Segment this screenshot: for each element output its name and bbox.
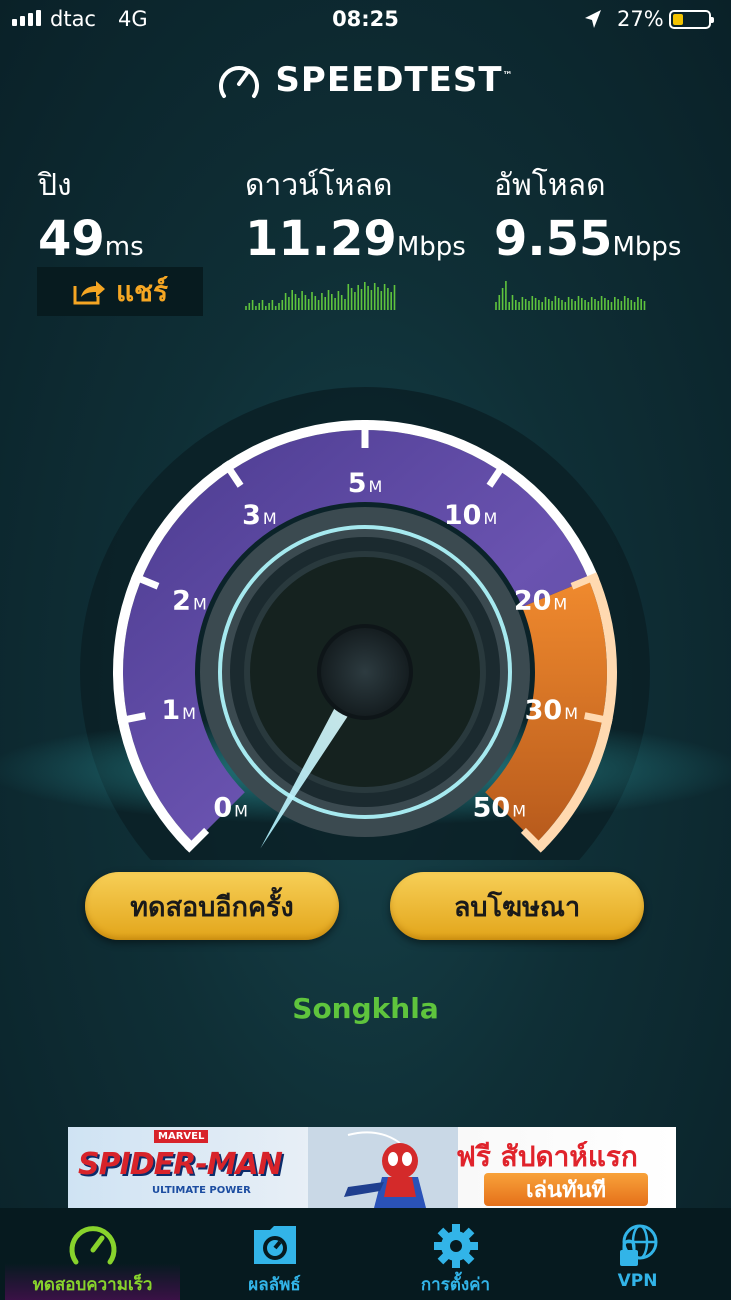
brand-name: SPEEDTEST xyxy=(275,60,503,100)
upload-unit: Mbps xyxy=(612,232,682,262)
tab-vpn-label: VPN xyxy=(617,1271,658,1291)
ping-label: ปิง xyxy=(38,168,72,203)
ad-cta-button[interactable]: เล่นทันที xyxy=(484,1173,648,1206)
download-unit: Mbps xyxy=(396,232,466,262)
share-button[interactable]: แชร์ xyxy=(37,267,203,316)
bottom-tab-bar: ทดสอบความเร็ว ผลลัพธ์ การตั้งค่า VPN xyxy=(0,1208,731,1300)
download-number: 11.29 xyxy=(245,211,397,267)
ad-title: SPIDER-MAN xyxy=(78,1147,283,1182)
gauge-tick-number: 1 xyxy=(161,695,180,726)
gauge-tick-unit: M xyxy=(483,509,497,528)
ping-metric: ปิง 49ms xyxy=(38,162,144,267)
tab-results-label: ผลลัพธ์ xyxy=(248,1275,301,1295)
spider-man-figure-icon xyxy=(308,1127,458,1208)
download-sparkline xyxy=(245,282,396,310)
app-header: SPEEDTEST™ xyxy=(0,60,731,104)
gauge-tick-number: 30 xyxy=(525,695,563,726)
server-location[interactable]: Songkhla xyxy=(0,992,731,1025)
gauge-tick-unit: M xyxy=(553,594,567,613)
tab-results[interactable]: ผลลัพธ์ xyxy=(187,1208,362,1300)
gauge-tick-unit: M xyxy=(193,594,207,613)
gauge-tick-unit: M xyxy=(368,477,382,496)
ad-banner[interactable]: MARVEL SPIDER-MAN ULTIMATE POWER ฟรี สัป… xyxy=(68,1127,676,1208)
tab-speed-test[interactable]: ทดสอบความเร็ว xyxy=(5,1208,180,1300)
speed-gauge: 0 M1 M2 M3 M5 M10 M20 M30 M50 M xyxy=(0,387,731,860)
speedometer-icon xyxy=(69,1226,116,1265)
gauge-tick-number: 20 xyxy=(514,585,552,616)
tab-vpn[interactable]: VPN xyxy=(550,1208,725,1300)
gear-icon xyxy=(433,1224,478,1268)
battery-percent: 27% xyxy=(617,7,664,31)
download-label: ดาวน์โหลด xyxy=(245,168,393,203)
speedtest-logo: SPEEDTEST™ xyxy=(217,60,513,100)
gauge-tick-number: 0 xyxy=(213,792,232,823)
upload-label: อัพโหลด xyxy=(494,168,606,203)
tab-speed-test-label: ทดสอบความเร็ว xyxy=(32,1275,153,1295)
upload-value: 9.55Mbps xyxy=(494,211,681,267)
ad-subtitle: ULTIMATE POWER xyxy=(152,1185,251,1196)
ping-unit: ms xyxy=(104,232,144,262)
ad-brand-badge: MARVEL xyxy=(154,1130,209,1143)
gauge-tick-unit: M xyxy=(263,509,277,528)
gauge-tick-unit: M xyxy=(182,704,196,723)
gauge-tick-unit: M xyxy=(564,704,578,723)
ping-value: 49ms xyxy=(38,211,144,267)
download-metric: ดาวน์โหลด 11.29Mbps xyxy=(245,162,466,267)
gauge-tick-number: 2 xyxy=(172,585,191,616)
remove-ads-button[interactable]: ลบโฆษณา xyxy=(390,872,644,940)
upload-metric: อัพโหลด 9.55Mbps xyxy=(494,162,681,267)
results-folder-icon xyxy=(253,1226,296,1264)
speedometer-icon xyxy=(219,66,260,98)
gauge-tick-unit: M xyxy=(234,801,248,820)
gauge-tick-number: 50 xyxy=(473,792,511,823)
test-again-button[interactable]: ทดสอบอีกครั้ง xyxy=(85,872,339,940)
status-bar: dtac 4G 08:25 27% xyxy=(0,0,731,40)
share-label: แชร์ xyxy=(115,274,169,308)
upload-number: 9.55 xyxy=(494,211,613,267)
trademark: ™ xyxy=(502,70,514,82)
gauge-tick-unit: M xyxy=(512,801,526,820)
vpn-globe-lock-icon xyxy=(619,1224,657,1266)
gauge-tick-number: 3 xyxy=(242,500,261,531)
gauge-tick-number: 10 xyxy=(444,500,482,531)
ping-number: 49 xyxy=(38,211,105,267)
gauge-tick-number: 5 xyxy=(348,468,367,499)
gauge-hub xyxy=(317,624,413,720)
tab-settings[interactable]: การตั้งค่า xyxy=(368,1208,543,1300)
battery-icon xyxy=(669,10,714,29)
location-arrow-icon xyxy=(585,10,601,28)
tab-settings-label: การตั้งค่า xyxy=(420,1275,491,1295)
share-icon xyxy=(73,280,105,304)
download-value: 11.29Mbps xyxy=(245,211,466,267)
upload-sparkline xyxy=(495,281,646,310)
